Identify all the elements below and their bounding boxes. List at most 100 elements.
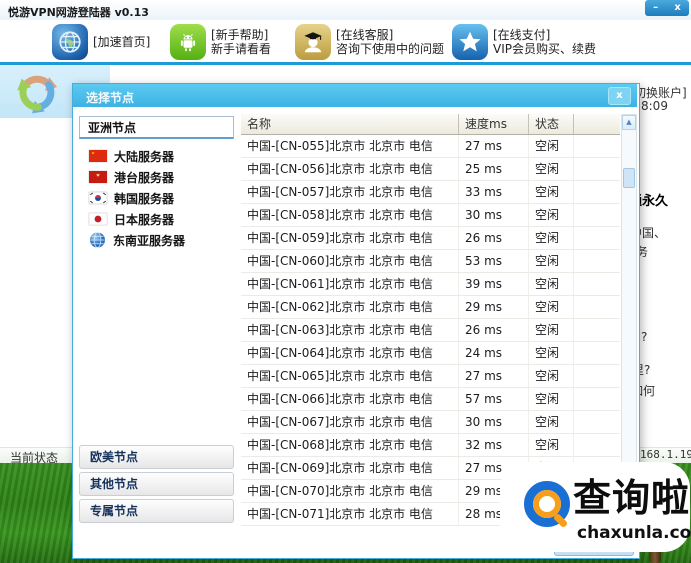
cell-speed: 27 ms [459, 365, 529, 387]
column-header-name[interactable]: 名称 [241, 114, 459, 134]
cell-speed: 30 ms [459, 411, 529, 433]
cell-speed: 25 ms [459, 158, 529, 180]
cell-status: 空闲 [529, 158, 574, 180]
dialog-close-button[interactable]: x [608, 87, 631, 105]
cell-name: 中国-[CN-055]北京市 北京市 电信 [241, 135, 459, 157]
cell-name: 中国-[CN-063]北京市 北京市 电信 [241, 319, 459, 341]
cell-name: 中国-[CN-068]北京市 北京市 电信 [241, 434, 459, 456]
sea-globe-icon [89, 232, 106, 248]
sidebar-item-label: 韩国服务器 [114, 191, 175, 206]
table-row[interactable]: 中国-[CN-065]北京市 北京市 电信 27 ms 空闲 [241, 365, 620, 388]
cell-status: 空闲 [529, 296, 574, 318]
sidebar-item-label: 东南亚服务器 [113, 233, 186, 248]
toolbar-item-label: [在线支付] VIP会员购买、续费 [493, 28, 596, 56]
cell-name: 中国-[CN-067]北京市 北京市 电信 [241, 411, 459, 433]
sidebar-item-label: 日本服务器 [114, 212, 175, 227]
sidebar-item-southeast-asia[interactable]: 东南亚服务器 [81, 230, 233, 250]
cell-status: 空闲 [529, 273, 574, 295]
table-row[interactable]: 中国-[CN-060]北京市 北京市 电信 53 ms 空闲 [241, 250, 620, 273]
table-row[interactable]: 中国-[CN-068]北京市 北京市 电信 32 ms 空闲 [241, 434, 620, 457]
toolbar-item-label: [在线客服] 咨询下使用中的问题 [336, 28, 445, 56]
cell-speed: 53 ms [459, 250, 529, 272]
cell-speed: 30 ms [459, 204, 529, 226]
cell-status: 空闲 [529, 365, 574, 387]
japan-flag-icon [89, 213, 107, 225]
sidebar-item-hk-tw[interactable]: 港台服务器 [81, 167, 233, 187]
china-flag-icon [89, 150, 107, 162]
star-pay-icon [452, 24, 488, 60]
cell-speed: 39 ms [459, 273, 529, 295]
sidebar-group-exclusive[interactable]: 专属节点 [79, 499, 234, 523]
cell-status: 空闲 [529, 227, 574, 249]
cell-name: 中国-[CN-060]北京市 北京市 电信 [241, 250, 459, 272]
toolbar: [加速首页] [新手帮助] 新手请看看 [在线客服] 咨询下使用中的问题 [在线… [0, 20, 691, 62]
cell-name: 中国-[CN-061]北京市 北京市 电信 [241, 273, 459, 295]
toolbar-item-service[interactable]: [在线客服] 咨询下使用中的问题 [295, 22, 444, 62]
table-row[interactable]: 中国-[CN-063]北京市 北京市 电信 26 ms 空闲 [241, 319, 620, 342]
cell-speed: 33 ms [459, 181, 529, 203]
table-row[interactable]: 中国-[CN-066]北京市 北京市 电信 57 ms 空闲 [241, 388, 620, 411]
close-button[interactable]: x [674, 1, 680, 15]
table-row[interactable]: 中国-[CN-058]北京市 北京市 电信 30 ms 空闲 [241, 204, 620, 227]
toolbar-item-pay[interactable]: [在线支付] VIP会员购买、续费 [452, 22, 596, 62]
scroll-up-button[interactable]: ▲ [622, 115, 636, 130]
refresh-cycle-icon[interactable] [12, 68, 62, 118]
cell-empty [574, 365, 620, 387]
table-row[interactable]: 中国-[CN-064]北京市 北京市 电信 24 ms 空闲 [241, 342, 620, 365]
table-row[interactable]: 中国-[CN-067]北京市 北京市 电信 30 ms 空闲 [241, 411, 620, 434]
cell-status: 空闲 [529, 181, 574, 203]
table-row[interactable]: 中国-[CN-061]北京市 北京市 电信 39 ms 空闲 [241, 273, 620, 296]
cell-name: 中国-[CN-057]北京市 北京市 电信 [241, 181, 459, 203]
column-header-status[interactable]: 状态 [529, 114, 574, 134]
cell-empty [574, 135, 620, 157]
sidebar-group-other[interactable]: 其他节点 [79, 472, 234, 496]
cell-name: 中国-[CN-059]北京市 北京市 电信 [241, 227, 459, 249]
cell-name: 中国-[CN-071]北京市 北京市 电信 [241, 503, 459, 525]
dialog-title-bar[interactable] [73, 84, 637, 107]
cell-name: 中国-[CN-058]北京市 北京市 电信 [241, 204, 459, 226]
cell-status: 空闲 [529, 434, 574, 456]
sidebar-item-japan[interactable]: 日本服务器 [81, 209, 233, 229]
sidebar-item-korea[interactable]: 韩国服务器 [81, 188, 233, 208]
toolbar-item-help[interactable]: [新手帮助] 新手请看看 [170, 22, 271, 62]
cell-speed: 27 ms [459, 135, 529, 157]
cell-empty [574, 434, 620, 456]
column-header-empty [574, 114, 620, 134]
cell-speed: 57 ms [459, 388, 529, 410]
table-row[interactable]: 中国-[CN-056]北京市 北京市 电信 25 ms 空闲 [241, 158, 620, 181]
toolbar-item-label: [新手帮助] 新手请看看 [211, 28, 272, 56]
cell-empty [574, 411, 620, 433]
window-controls: – x [645, 0, 689, 16]
cell-name: 中国-[CN-064]北京市 北京市 电信 [241, 342, 459, 364]
cell-speed: 26 ms [459, 227, 529, 249]
cell-speed: 24 ms [459, 342, 529, 364]
customer-service-icon [295, 24, 331, 60]
cell-empty [574, 181, 620, 203]
cell-empty [574, 388, 620, 410]
fragment-time: 8:09 [641, 99, 668, 113]
cell-status: 空闲 [529, 342, 574, 364]
sidebar-group-europe-america[interactable]: 欧美节点 [79, 445, 234, 469]
sidebar-item-mainland[interactable]: 大陆服务器 [81, 146, 233, 166]
cell-status: 空闲 [529, 319, 574, 341]
table-row[interactable]: 中国-[CN-059]北京市 北京市 电信 26 ms 空闲 [241, 227, 620, 250]
app-title: 悦游VPN网游登陆器 v0.13 [8, 6, 149, 19]
cell-name: 中国-[CN-056]北京市 北京市 电信 [241, 158, 459, 180]
fragment-question1: ? [641, 330, 648, 344]
table-row[interactable]: 中国-[CN-057]北京市 北京市 电信 33 ms 空闲 [241, 181, 620, 204]
scrollbar-thumb[interactable] [623, 168, 635, 188]
table-row[interactable]: 中国-[CN-062]北京市 北京市 电信 29 ms 空闲 [241, 296, 620, 319]
cell-empty [574, 296, 620, 318]
sidebar-group-asia[interactable]: 亚洲节点 [79, 116, 234, 139]
column-header-speed[interactable]: 速度ms [459, 114, 529, 134]
table-row[interactable]: 中国-[CN-055]北京市 北京市 电信 27 ms 空闲 [241, 135, 620, 158]
cell-empty [574, 158, 620, 180]
cell-status: 空闲 [529, 388, 574, 410]
korea-flag-icon [89, 192, 107, 204]
sidebar-item-label: 大陆服务器 [114, 149, 175, 164]
cell-status: 空闲 [529, 411, 574, 433]
cell-status: 空闲 [529, 135, 574, 157]
minimize-button[interactable]: – [653, 1, 658, 15]
node-table-header[interactable]: 名称 速度ms 状态 [241, 114, 620, 135]
toolbar-item-home[interactable]: [加速首页] [52, 22, 150, 62]
